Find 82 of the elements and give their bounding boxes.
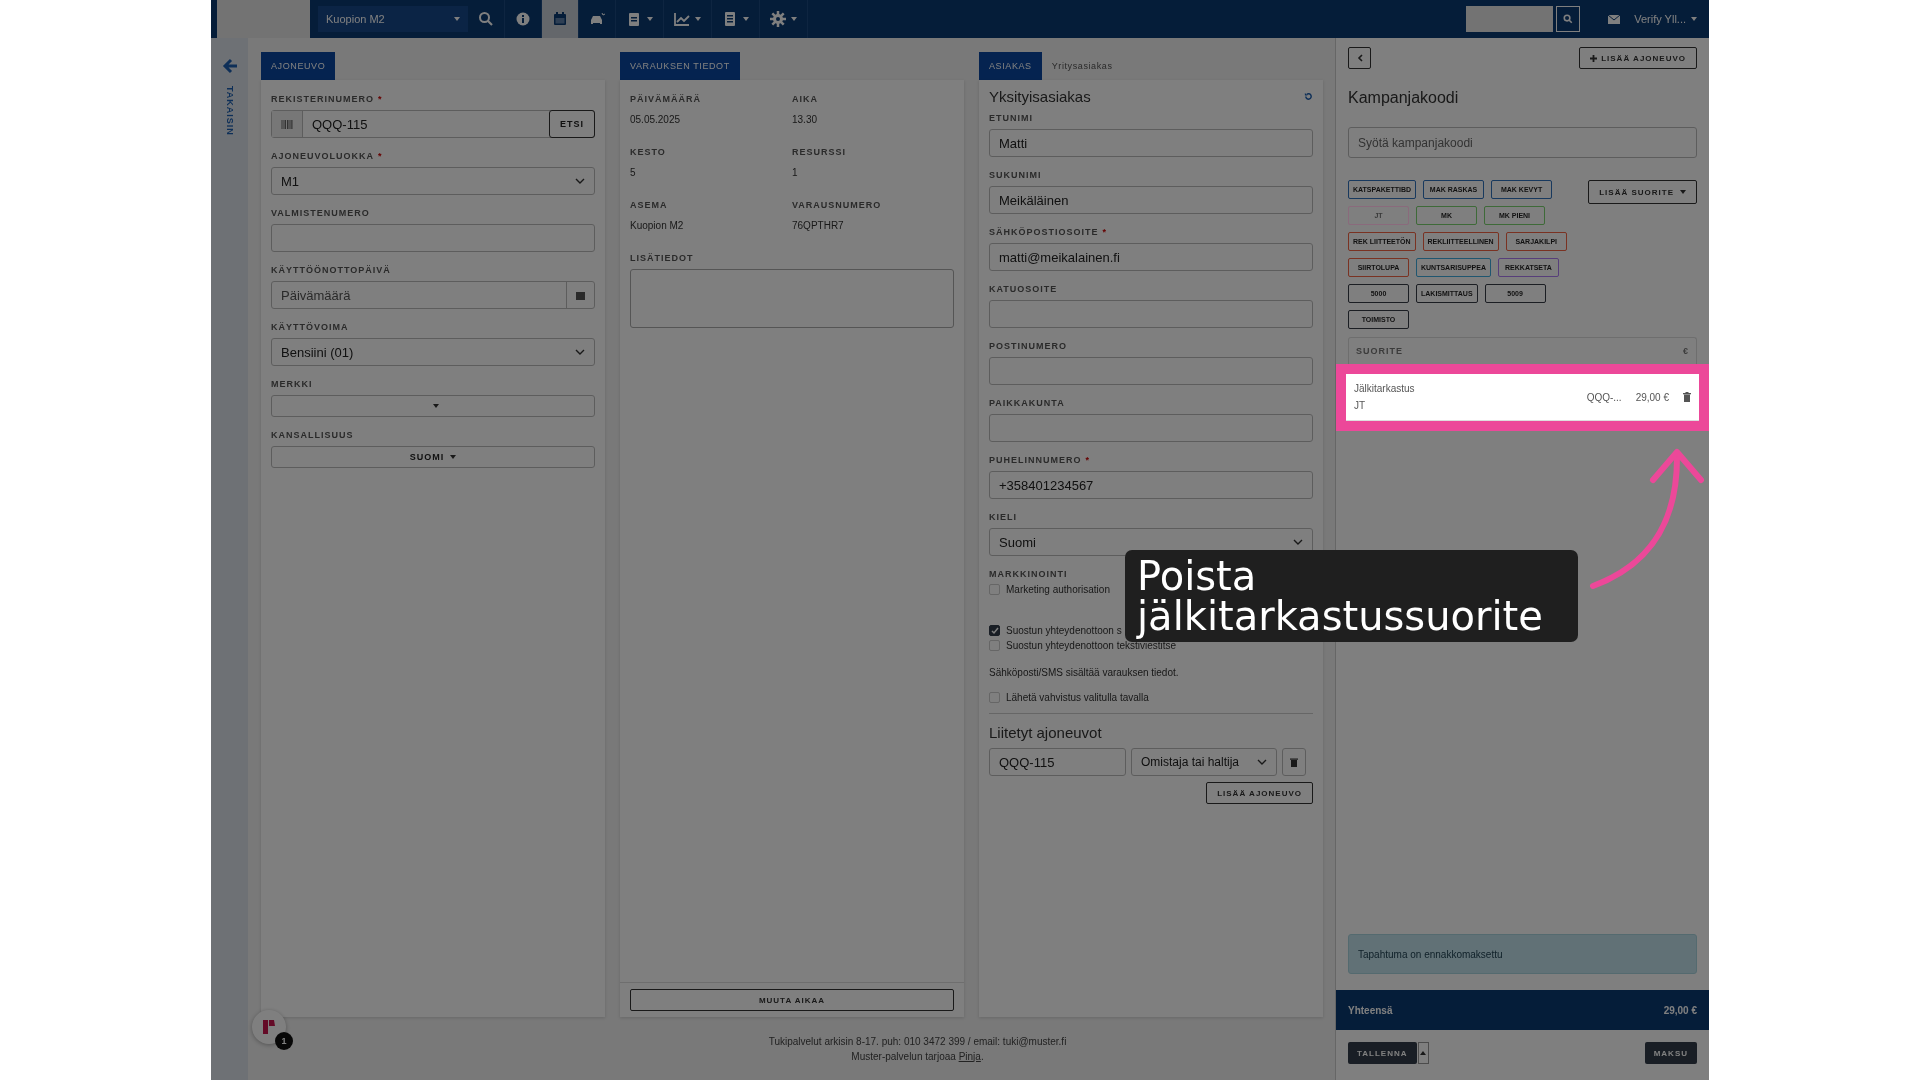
input-field[interactable]: matti@meikalainen.fi (989, 243, 1313, 271)
save-button[interactable]: TALLENNA (1348, 1042, 1417, 1064)
required-mark: * (378, 94, 382, 104)
field-label: PUHELINNUMERO (989, 455, 1082, 465)
campaign-code-field[interactable]: Syötä kampanjakoodi (1348, 127, 1697, 158)
field-label: KIELI (989, 512, 1017, 522)
info-text: Sähköposti/SMS sisältää varauksen tiedot. (989, 667, 1180, 678)
plate-field[interactable]: QQQ-115 (989, 748, 1126, 776)
date-field[interactable]: Päivämäärä (271, 281, 595, 309)
total-label: Yhteensä (1348, 1004, 1393, 1016)
required-mark: * (1102, 227, 1107, 237)
plate-field[interactable]: QQQ-115 ETSI (271, 110, 595, 138)
back-label[interactable]: TAKAISIN (224, 86, 235, 136)
notification-badge: 1 (275, 1032, 293, 1050)
field-label: KANSALLISUUS (271, 430, 354, 440)
location-select[interactable]: Kuopion M2 (318, 6, 468, 32)
notice-banner: Tapahtuma on ennakkomaksettu (1348, 934, 1697, 974)
role-select[interactable]: Omistaja tai haltija (1131, 748, 1277, 776)
provider-link[interactable]: Pinja (958, 1050, 981, 1062)
field-label: KÄYTTÖÖNOTTOPÄIVÄ (271, 265, 391, 275)
required-mark: * (1085, 455, 1090, 465)
service-code: JT (1354, 400, 1367, 411)
section-heading: Kampanjakoodi (1348, 89, 1460, 107)
pay-button[interactable]: MAKSU (1644, 1042, 1697, 1064)
section-heading: Yksityisasiakas (989, 88, 1091, 105)
field-label: MARKKINOINTI (989, 569, 1069, 579)
callout-tooltip: Poista jälkitarkastussuorite (1125, 550, 1578, 642)
info-value: 76QPTHR7 (792, 220, 845, 231)
user-menu[interactable]: Verify Yll... (1634, 13, 1697, 25)
info-value: 13.30 (792, 114, 819, 125)
field-label: KATUOSOITE (989, 284, 1058, 294)
service-name: Jälkitarkastus (1354, 383, 1416, 394)
section-heading: Liitetyt ajoneuvot (989, 724, 1103, 741)
total-value: 29,00 € (1663, 1004, 1697, 1016)
info-value: 05.05.2025 (630, 114, 682, 125)
field-label: KÄYTTÖVOIMA (271, 322, 349, 332)
checkbox-label: Suostun yhteydenottoon s (1006, 625, 1122, 636)
input-field[interactable]: Meikäläinen (989, 186, 1313, 214)
checkbox-label: Lähetä vahvistus valitulla tavalla (1006, 692, 1149, 703)
field-label: SÄHKÖPOSTIOSOITE (989, 227, 1099, 237)
search-button[interactable]: ETSI (549, 110, 595, 138)
info-label: PÄIVÄMÄÄRÄ (630, 94, 702, 104)
add-vehicle-button[interactable]: LISÄÄ AJONEUVO (1206, 782, 1313, 804)
vehicle-cell: QQQ-... (1586, 391, 1622, 403)
field-label: MERKKI (271, 379, 313, 389)
field-label: AJONEUVOLUOKKA (271, 151, 374, 161)
dropdown-field[interactable]: SUOMI (271, 446, 595, 468)
checkbox-label: Marketing authorisation (1006, 584, 1110, 595)
change-time-button[interactable]: MUUTA AIKAA (630, 989, 954, 1011)
info-value: Kuopion M2 (630, 220, 685, 231)
support-text: Tukipalvelut arkisin 8-17. puh: 010 3472 399 / email: tuki@muster.fi (768, 1035, 1067, 1047)
field-label: SUKUNIMI (989, 170, 1042, 180)
field-label: LISÄTIEDOT (630, 253, 695, 263)
provider-text: Muster-palvelun tarjoaa (851, 1050, 956, 1062)
customer-tab[interactable]: ASIAKAS (979, 52, 1042, 80)
input-field[interactable]: Matti (989, 129, 1313, 157)
vehicle-tab[interactable]: AJONEUVO (261, 52, 336, 80)
column-header: € (1683, 346, 1689, 356)
info-label: ASEMA (630, 200, 669, 210)
column-header: SUORITE (1356, 346, 1403, 356)
info-label: KESTO (630, 147, 667, 157)
info-label: VARAUSNUMERO (792, 200, 883, 210)
info-value: 1 (792, 167, 799, 178)
input-field[interactable]: +358401234567 (989, 471, 1313, 499)
field-label: REKISTERINUMERO (271, 94, 374, 104)
checkbox-label: Suostun yhteydenottoon tekstiviestitse (1006, 640, 1177, 651)
info-label: RESURSSI (792, 147, 847, 157)
required-mark: * (378, 151, 382, 161)
info-value: 5 (630, 167, 637, 178)
provider-end: . (980, 1050, 984, 1062)
add-service-button[interactable]: LISÄÄ SUORITE (1588, 180, 1697, 204)
add-vehicle-button[interactable]: LISÄÄ AJONEUVO (1579, 47, 1697, 69)
select-field[interactable]: Bensiini (01) (271, 338, 595, 366)
field-label: PAIKKAKUNTA (989, 398, 1065, 408)
price-cell: 29,00 € (1635, 391, 1669, 403)
select-field[interactable]: M1 (271, 167, 595, 195)
reservation-tab[interactable]: VARAUKSEN TIEDOT (620, 52, 740, 80)
info-label: AIKA (792, 94, 819, 104)
field-label: VALMISTENUMERO (271, 208, 370, 218)
field-label: ETUNIMI (989, 113, 1033, 123)
field-label: POSTINUMERO (989, 341, 1067, 351)
customer-tab[interactable]: Yritysasiakas (1041, 52, 1123, 80)
